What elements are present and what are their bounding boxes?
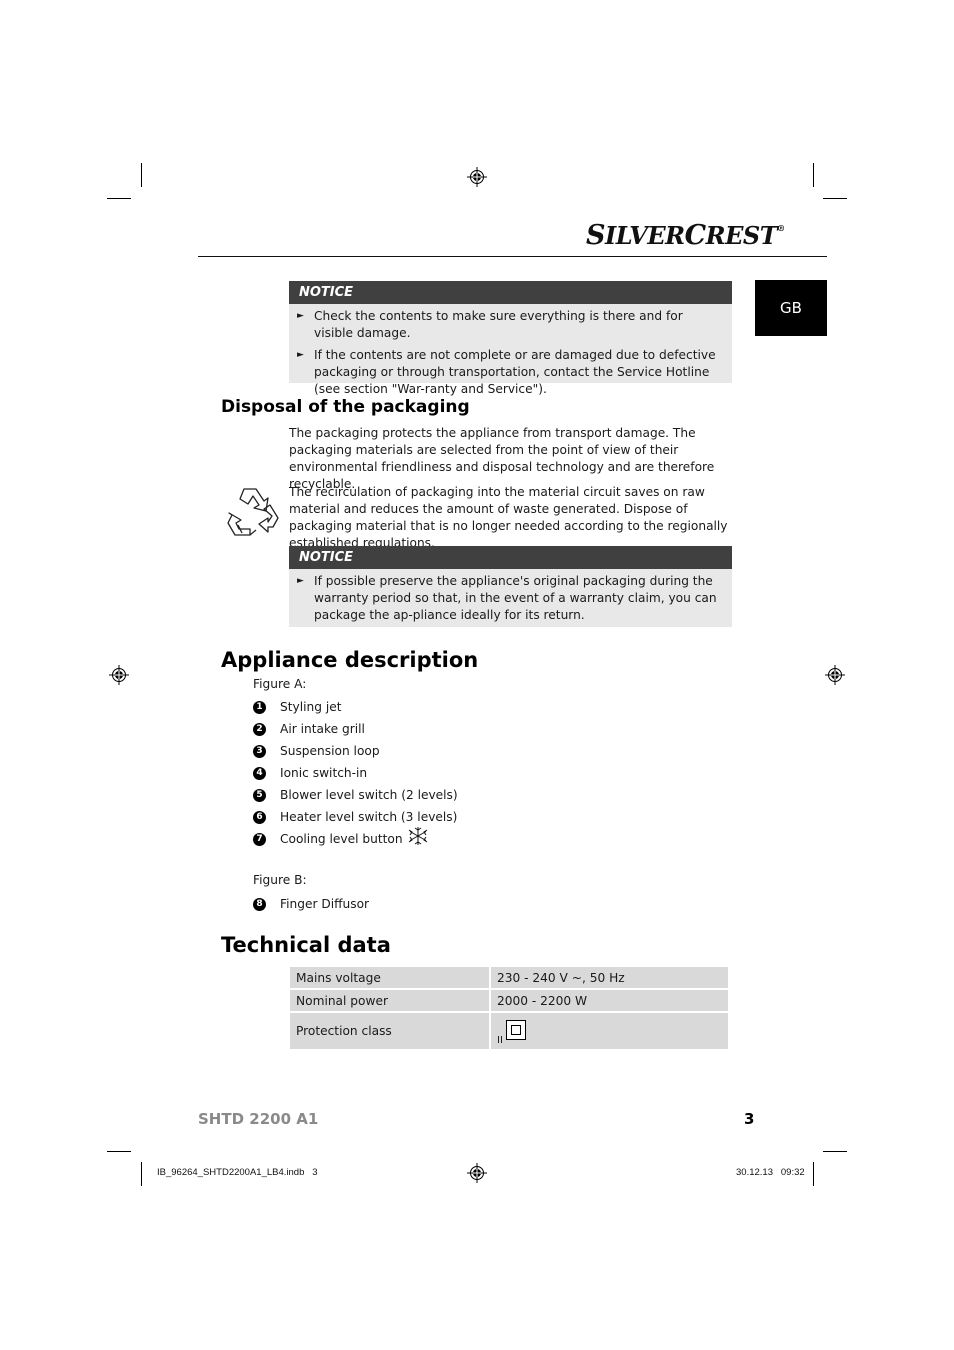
notice-list: ► If possible preserve the appliance's or… bbox=[289, 569, 732, 628]
brand-letter: S bbox=[586, 220, 606, 251]
number-badge: 8 bbox=[253, 897, 266, 911]
footer-model-number: SHTD 2200 A1 bbox=[198, 1110, 319, 1128]
notice-item: ► If possible preserve the appliance's or… bbox=[297, 573, 724, 624]
registration-mark-icon bbox=[467, 1163, 487, 1183]
list-item-label: Heater level switch (3 levels) bbox=[280, 810, 458, 824]
list-item: 5 Blower level switch (2 levels) bbox=[253, 786, 458, 804]
brand-text: REST bbox=[705, 221, 778, 250]
list-item-label: Ionic switch-in bbox=[280, 766, 368, 780]
notice-item-text: Check the contents to make sure everythi… bbox=[314, 309, 683, 340]
protection-class-ii-icon bbox=[505, 1020, 526, 1040]
number-badge: 3 bbox=[253, 744, 266, 758]
list-item: 3 Suspension loop bbox=[253, 742, 380, 760]
bullet-arrow-icon: ► bbox=[297, 311, 304, 321]
registration-mark-icon bbox=[825, 665, 845, 685]
table-value: II bbox=[497, 1035, 503, 1046]
table-key: Mains voltage bbox=[290, 967, 489, 988]
list-item-label: Suspension loop bbox=[280, 744, 380, 758]
language-tab-label: GB bbox=[780, 299, 802, 317]
registration-mark-icon bbox=[467, 167, 487, 187]
list-item: 6 Heater level switch (3 levels) bbox=[253, 808, 457, 826]
recycle-icon bbox=[227, 488, 279, 536]
notice-item-text: If the contents are not complete or are … bbox=[314, 348, 716, 396]
crop-mark bbox=[107, 1151, 131, 1152]
number-badge: 1 bbox=[253, 700, 266, 714]
crop-mark bbox=[823, 1151, 847, 1152]
language-tab: GB bbox=[755, 280, 827, 336]
section-heading: Disposal of the packaging bbox=[221, 397, 470, 417]
notice-box: NOTICE ► If possible preserve the applian… bbox=[289, 546, 732, 627]
paragraph: The packaging protects the appliance fro… bbox=[289, 426, 715, 491]
brand-logo: SILVERCREST® bbox=[586, 220, 785, 251]
technical-data-table: Mains voltage 230 - 240 V ~, 50 Hz Nomin… bbox=[288, 965, 730, 1051]
table-value: 2000 - 2200 W bbox=[491, 990, 728, 1011]
number-badge: 7 bbox=[253, 832, 266, 846]
table-key: Protection class bbox=[290, 1013, 489, 1049]
number-badge: 6 bbox=[253, 810, 266, 824]
table-value: 230 - 240 V ~, 50 Hz bbox=[491, 967, 728, 988]
list-item-label: Air intake grill bbox=[280, 722, 365, 736]
registered-mark: ® bbox=[777, 223, 785, 233]
paragraph: The recirculation of packaging into the … bbox=[289, 485, 728, 550]
figure-label: Figure B: bbox=[253, 873, 307, 887]
list-item-label: Finger Diffusor bbox=[280, 897, 370, 911]
table-key: Nominal power bbox=[290, 990, 489, 1011]
notice-item-text: If possible preserve the appliance's ori… bbox=[314, 574, 717, 622]
page-number: 3 bbox=[744, 1110, 755, 1128]
header-divider bbox=[198, 256, 827, 257]
crop-mark bbox=[813, 1162, 814, 1186]
crop-mark bbox=[141, 1162, 142, 1186]
registration-mark-icon bbox=[109, 665, 129, 685]
crop-mark bbox=[141, 163, 142, 187]
bullet-arrow-icon: ► bbox=[297, 576, 304, 586]
notice-item: ► Check the contents to make sure everyth… bbox=[297, 308, 724, 342]
bullet-arrow-icon: ► bbox=[297, 350, 304, 360]
notice-title: NOTICE bbox=[289, 281, 732, 304]
brand-text: ILVER bbox=[605, 221, 685, 250]
table-row: Nominal power 2000 - 2200 W bbox=[290, 990, 728, 1011]
brand-letter: C bbox=[684, 220, 707, 251]
number-badge: 5 bbox=[253, 788, 266, 802]
notice-box: NOTICE ► Check the contents to make sure … bbox=[289, 281, 732, 396]
figure-label: Figure A: bbox=[253, 677, 307, 691]
crop-mark bbox=[823, 198, 847, 199]
print-slug-file: IB_96264_SHTD2200A1_LB4.indb 3 bbox=[157, 1167, 318, 1178]
crop-mark bbox=[813, 163, 814, 187]
list-item: 4 Ionic switch-in bbox=[253, 764, 367, 782]
notice-item: ► If the contents are not complete or are… bbox=[297, 347, 724, 398]
print-slug-date: 30.12.13 09:32 bbox=[736, 1167, 805, 1178]
list-item: 8 Finger Diffusor bbox=[253, 895, 369, 913]
list-item: 1 Styling jet bbox=[253, 698, 342, 716]
list-item: 2 Air intake grill bbox=[253, 720, 365, 738]
crop-mark bbox=[107, 198, 131, 199]
notice-title: NOTICE bbox=[289, 546, 732, 569]
list-item-label: Cooling level button bbox=[280, 832, 403, 846]
number-badge: 2 bbox=[253, 722, 266, 736]
table-value-cell: II bbox=[491, 1013, 728, 1049]
snowflake-icon bbox=[408, 827, 427, 845]
list-item-label: Styling jet bbox=[280, 700, 342, 714]
table-row: Mains voltage 230 - 240 V ~, 50 Hz bbox=[290, 967, 728, 988]
list-item: 7 Cooling level button bbox=[253, 827, 428, 848]
section-heading: Appliance description bbox=[221, 648, 479, 672]
section-heading: Technical data bbox=[221, 933, 391, 957]
table-row: Protection class II bbox=[290, 1013, 728, 1049]
number-badge: 4 bbox=[253, 766, 266, 780]
list-item-label: Blower level switch (2 levels) bbox=[280, 788, 458, 802]
notice-list: ► Check the contents to make sure everyth… bbox=[289, 304, 732, 402]
